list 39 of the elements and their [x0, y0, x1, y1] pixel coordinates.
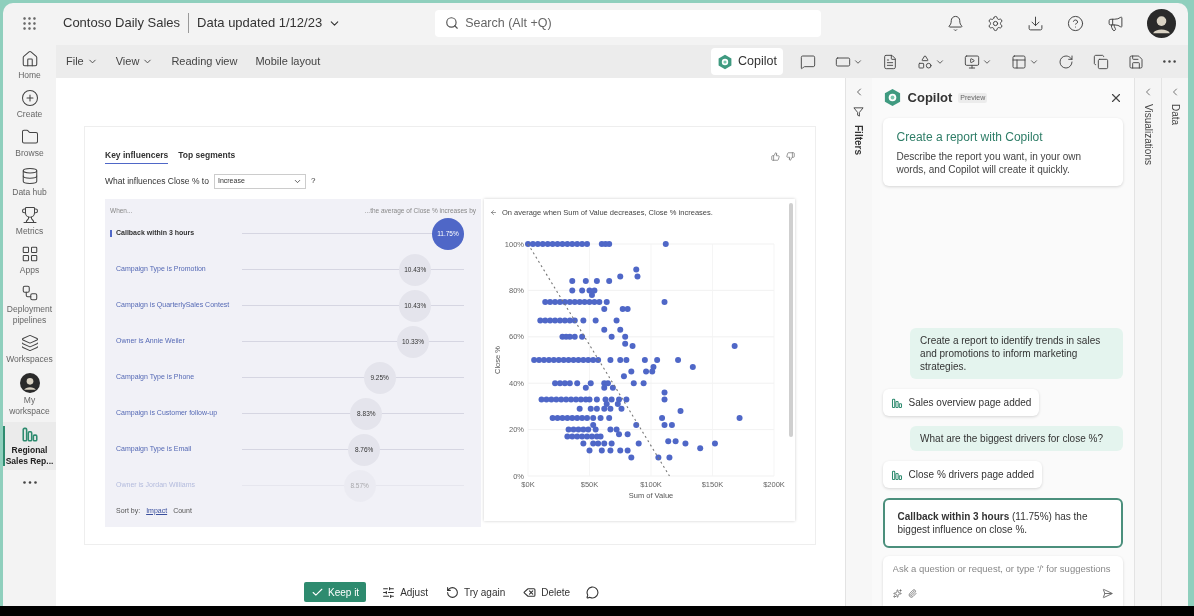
question-mark: ? [310, 175, 316, 188]
visual-tab[interactable]: Key influencers [105, 149, 169, 164]
nav-item[interactable]: Regional Sales Rep... [3, 422, 56, 470]
chat-input-box[interactable]: Ask a question or request, or type '/' for suggestions [882, 556, 1124, 606]
action-button[interactable]: Delete [521, 582, 573, 602]
intro-text: Describe the report you want, in your own words, and Copilot will create it quickly. [896, 149, 1083, 176]
copilot-button[interactable]: Copilot [711, 48, 783, 75]
nav-item[interactable]: Workspaces [3, 331, 56, 368]
side-pane-label[interactable]: Visualizations [1140, 104, 1156, 165]
nav-item[interactable]: Browse [3, 125, 56, 162]
nav-item[interactable]: Home [3, 47, 56, 84]
action-button[interactable]: Adjust [380, 582, 430, 602]
answer-card: Callback within 3 hours (11.75%) has the biggest influence on close %. [882, 498, 1124, 548]
menu-item[interactable]: File [66, 53, 98, 70]
side-pane-label[interactable]: Data [1167, 104, 1183, 126]
keep-button[interactable]: Keep it [304, 582, 367, 602]
nav-item[interactable]: Apps [3, 242, 56, 279]
menu-item[interactable]: Reading view [171, 53, 238, 70]
user-message: What are the biggest drivers for close %? [910, 426, 1124, 451]
nav-item[interactable]: Deployment pipelines [3, 281, 56, 329]
nav-item[interactable]: Create [3, 86, 56, 123]
chat-input[interactable]: Ask a question or request, or type '/' for suggestions [892, 562, 1114, 588]
action-button[interactable]: Try again [443, 582, 508, 602]
nav-item[interactable]: Data hub [3, 164, 56, 201]
intro-title: Create a report with Copilot [896, 128, 1044, 146]
report-title: Contoso Daily Sales [63, 14, 181, 33]
status-text: Sales overview page added [908, 396, 1032, 410]
user-message: Create a report to identify trends in sales and promotions to inform marketing strategies. [910, 328, 1124, 379]
search-field[interactable]: Search (Alt +Q) [435, 9, 822, 37]
nav-item[interactable]: My workspace [3, 370, 56, 420]
filters-pane-label[interactable]: Filters [851, 125, 867, 155]
menu-item[interactable]: View [115, 53, 154, 70]
nav-item[interactable]: Metrics [3, 203, 56, 240]
question-label: What influences Close % to [105, 174, 209, 188]
status-text: Close % drivers page added [908, 468, 1035, 482]
visual-tab[interactable]: Top segments [178, 149, 236, 164]
copilot-title: Copilot [907, 89, 953, 107]
data-updated-dropdown[interactable]: Data updated 1/12/23 [197, 13, 342, 33]
menu-item[interactable]: Mobile layout [255, 53, 321, 70]
